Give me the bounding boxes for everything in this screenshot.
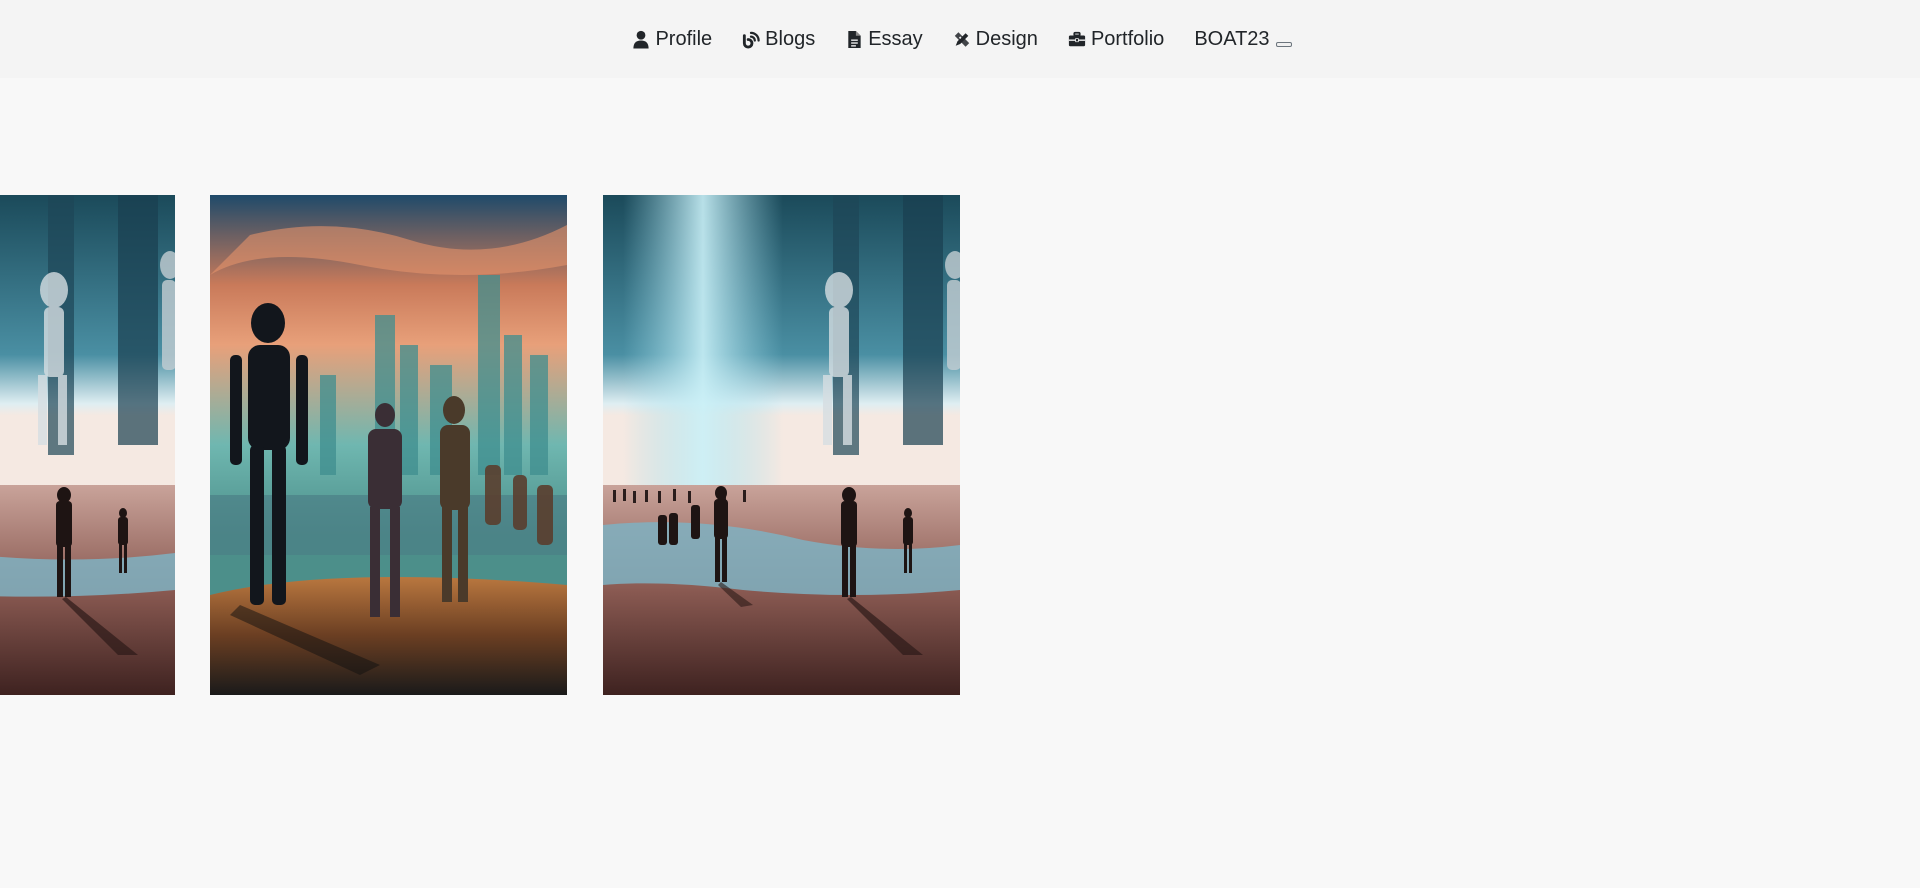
nav-portfolio-link[interactable]: Portfolio [1068,19,1164,59]
top-navbar: Profile Blogs Essay Design Portfolio BOA… [0,0,1920,78]
nav-essay-link[interactable]: Essay [845,19,923,59]
nav-essay-label: Essay [868,27,923,50]
nav-list: Profile Blogs Essay Design Portfolio BOA… [632,19,1292,59]
brand-label: BOAT23 [1194,27,1270,50]
nav-profile-label: Profile [655,27,713,50]
carousel-image-beach-skeleton [0,195,175,695]
nav-blogs-label: Blogs [765,27,816,50]
nav-blogs-link[interactable]: Blogs [742,19,815,59]
brand[interactable]: BOAT23 [1194,27,1292,51]
navbar-toggler-button[interactable] [1275,41,1292,47]
document-icon [845,29,863,49]
carousel-slide[interactable] [210,195,567,695]
carousel-slide[interactable] [0,195,175,695]
carousel-image-beach-skeleton [603,195,960,695]
nav-design-label: Design [975,27,1038,50]
blog-icon [742,29,760,49]
nav-profile-link[interactable]: Profile [632,19,712,59]
nav-design-link[interactable]: Design [953,19,1038,59]
briefcase-icon [1068,29,1086,49]
user-icon [632,29,650,49]
design-tools-icon [953,29,971,49]
carousel-slide[interactable] [603,195,960,695]
image-carousel [0,195,1920,695]
carousel-image-skeleton-city [210,195,567,695]
nav-portfolio-label: Portfolio [1090,27,1165,50]
